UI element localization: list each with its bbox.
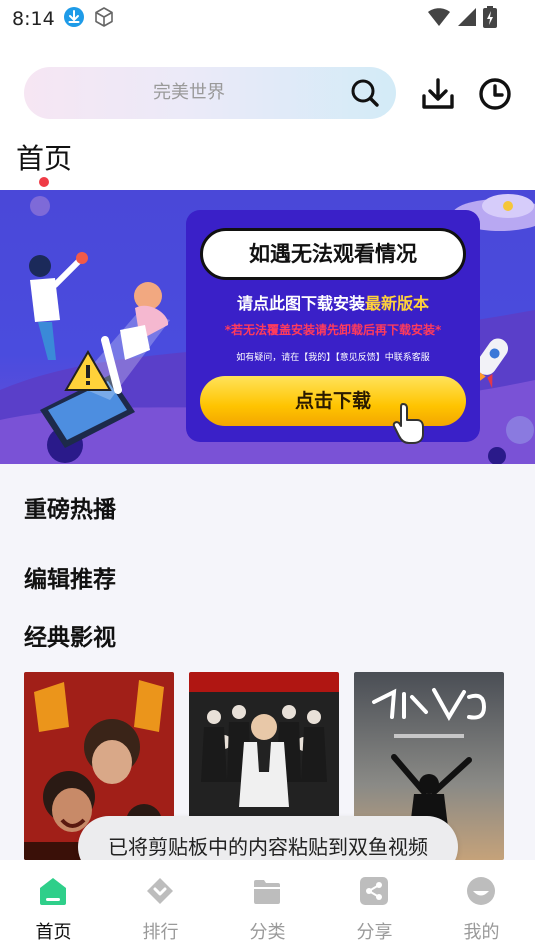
bottom-nav: 首页 排行 分类 分享 我的: [0, 860, 535, 951]
status-indicators: [427, 6, 497, 32]
banner-help-text: 如有疑问，请在【我的】【意见反馈】中联系客服: [236, 353, 430, 363]
section-title-hot: 重磅热播: [24, 497, 116, 523]
download-notification-icon: [63, 6, 85, 32]
nav-label-ranking: 排行: [142, 922, 179, 943]
nav-item-profile[interactable]: 我的: [428, 860, 535, 951]
search-input[interactable]: 完美世界: [24, 67, 354, 119]
tab-active-indicator: [39, 177, 49, 187]
nav-item-ranking[interactable]: 排行: [107, 860, 214, 951]
nav-item-home[interactable]: 首页: [0, 860, 107, 951]
promo-banner[interactable]: 如遇无法观看情况 请点此图下载安装最新版本 *若无法覆盖安装请先卸载后再下载安装…: [0, 190, 535, 464]
hand-pointer-icon: [392, 403, 424, 444]
banner-title: 如遇无法观看情况: [200, 228, 466, 280]
banner-instruction-highlight: 最新版本: [365, 294, 430, 313]
banner-card: 如遇无法观看情况 请点此图下载安装最新版本 *若无法覆盖安装请先卸载后再下载安装…: [186, 210, 480, 444]
nav-item-category[interactable]: 分类: [214, 860, 321, 951]
battery-icon: [483, 6, 497, 32]
nav-label-home: 首页: [35, 922, 72, 943]
banner-warning: *若无法覆盖安装请先卸载后再下载安装*: [224, 323, 442, 337]
profile-icon: [467, 877, 495, 905]
share-icon: [360, 877, 388, 905]
nav-label-share: 分享: [356, 922, 393, 943]
download-button[interactable]: [420, 76, 456, 112]
status-time: 8:14: [12, 8, 55, 30]
download-icon: [422, 78, 454, 109]
signal-icon: [457, 7, 477, 31]
history-button[interactable]: [477, 76, 513, 112]
tab-home[interactable]: 首页: [16, 137, 72, 177]
wifi-icon: [427, 7, 451, 31]
category-icon: [254, 880, 280, 904]
nav-label-category: 分类: [249, 922, 286, 943]
section-title-classic: 经典影视: [24, 625, 116, 651]
nav-item-share[interactable]: 分享: [321, 860, 428, 951]
search-icon[interactable]: [350, 78, 380, 108]
status-bar: 8:14: [0, 0, 535, 38]
cube-notification-icon: [93, 6, 115, 32]
nav-label-profile: 我的: [463, 922, 500, 943]
ranking-icon: [147, 878, 173, 904]
banner-instruction: 请点此图下载安装最新版本: [186, 290, 480, 314]
clock-icon: [479, 78, 511, 110]
banner-instruction-text: 请点此图下载安装: [236, 294, 365, 313]
home-icon: [40, 878, 66, 905]
search-bar[interactable]: 完美世界: [24, 67, 396, 119]
section-title-editor: 编辑推荐: [24, 567, 116, 593]
